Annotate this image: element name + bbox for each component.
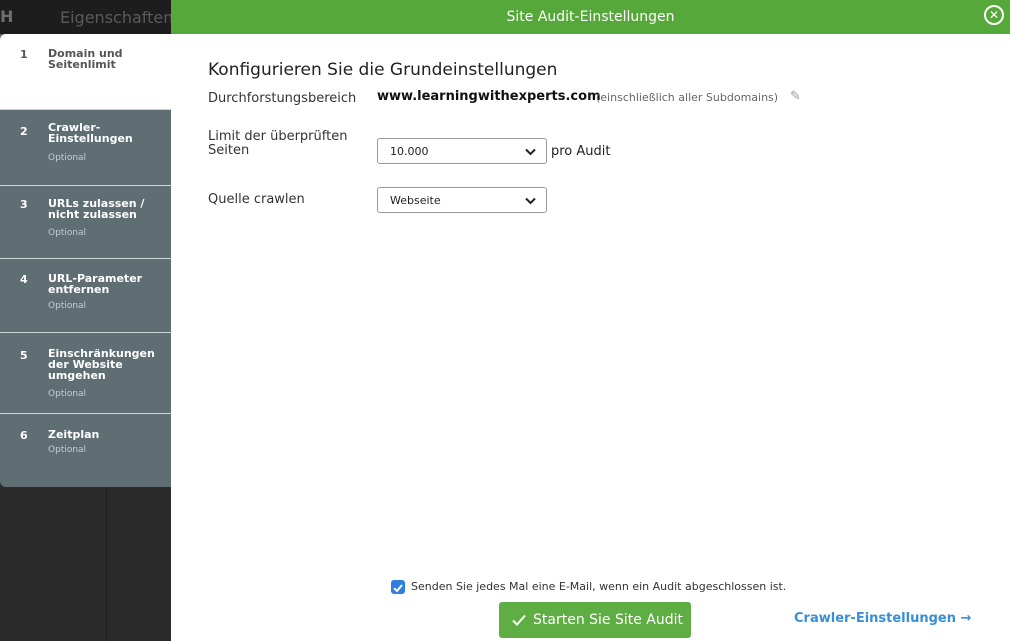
close-icon: ✕ [988,8,1000,22]
step-label: URL-Parameter entfernen [48,272,143,296]
crawl-source-select[interactable]: Webseite [377,187,547,213]
step-number: 2 [20,125,28,138]
check-icon [512,614,526,626]
start-site-audit-button[interactable]: Starten Sie Site Audit [499,602,691,638]
step-allow-disallow-urls[interactable]: 3 URLs zulassen / nicht zulassen Optiona… [0,186,171,259]
email-checkbox[interactable] [391,580,405,594]
step-number: 5 [20,349,28,362]
step-label: Crawler-Einstellungen [48,121,133,145]
page-limit-select[interactable]: 10.000 [377,138,547,164]
scope-label: Durchforstungsbereich [208,91,357,106]
chevron-down-icon [525,197,536,205]
domain-value: www.learningwithexperts.com [377,89,601,104]
step-bypass-restrictions[interactable]: 5 Einschränkungen der Website umgehen Op… [0,333,171,414]
pencil-icon[interactable]: ✎ [790,89,806,105]
step-optional: Optional [48,228,87,238]
page-title: Konfigurieren Sie die Grundeinstellungen [208,60,558,80]
step-crawler-settings[interactable]: 2 Crawler-Einstellungen Optional [0,110,171,186]
step-number: 3 [20,198,28,211]
crawl-source-value: Webseite [390,194,441,207]
chevron-down-icon [525,148,536,156]
step-number: 4 [20,273,28,286]
step-schedule[interactable]: 6 Zeitplan Optional [0,414,171,487]
domain-note: (einschließlich aller Subdomains) [596,91,779,104]
next-crawler-settings-link[interactable]: Crawler-Einstellungen → [794,611,971,626]
steps-sidebar: 1 Domain und Seitenlimit 2 Crawler-Einst… [0,34,171,487]
step-optional: Optional [48,389,87,399]
per-audit-label: pro Audit [551,144,611,159]
step-number: 1 [20,48,28,61]
start-button-label: Starten Sie Site Audit [533,612,684,628]
step-optional: Optional [48,445,87,455]
step-remove-url-parameters[interactable]: 4 URL-Parameter entfernen Optional [0,259,171,333]
step-optional: Optional [48,301,87,311]
step-number: 6 [20,429,28,442]
page-limit-label: Limit der überprüften Seiten [208,129,348,158]
modal-header: Site Audit-Einstellungen ✕ [171,0,1010,34]
step-label: Domain und Seitenlimit [48,47,123,71]
check-icon [393,584,403,593]
step-optional: Optional [48,153,87,163]
step-label: Einschränkungen der Website umgehen [48,347,155,382]
page-limit-value: 10.000 [390,145,429,158]
step-domain-and-limit[interactable]: 1 Domain und Seitenlimit [0,34,171,110]
settings-content: Konfigurieren Sie die Grundeinstellungen… [171,34,1010,641]
crawl-source-label: Quelle crawlen [208,192,305,207]
site-audit-settings-modal: Site Audit-Einstellungen ✕ 1 Domain und … [0,0,1010,641]
step-label: URLs zulassen / nicht zulassen [48,197,145,221]
email-notification-label: Senden Sie jedes Mal eine E-Mail, wenn e… [411,580,787,593]
modal-title: Site Audit-Einstellungen [506,9,675,25]
close-button[interactable]: ✕ [984,5,1004,25]
step-label: Zeitplan [48,428,100,441]
